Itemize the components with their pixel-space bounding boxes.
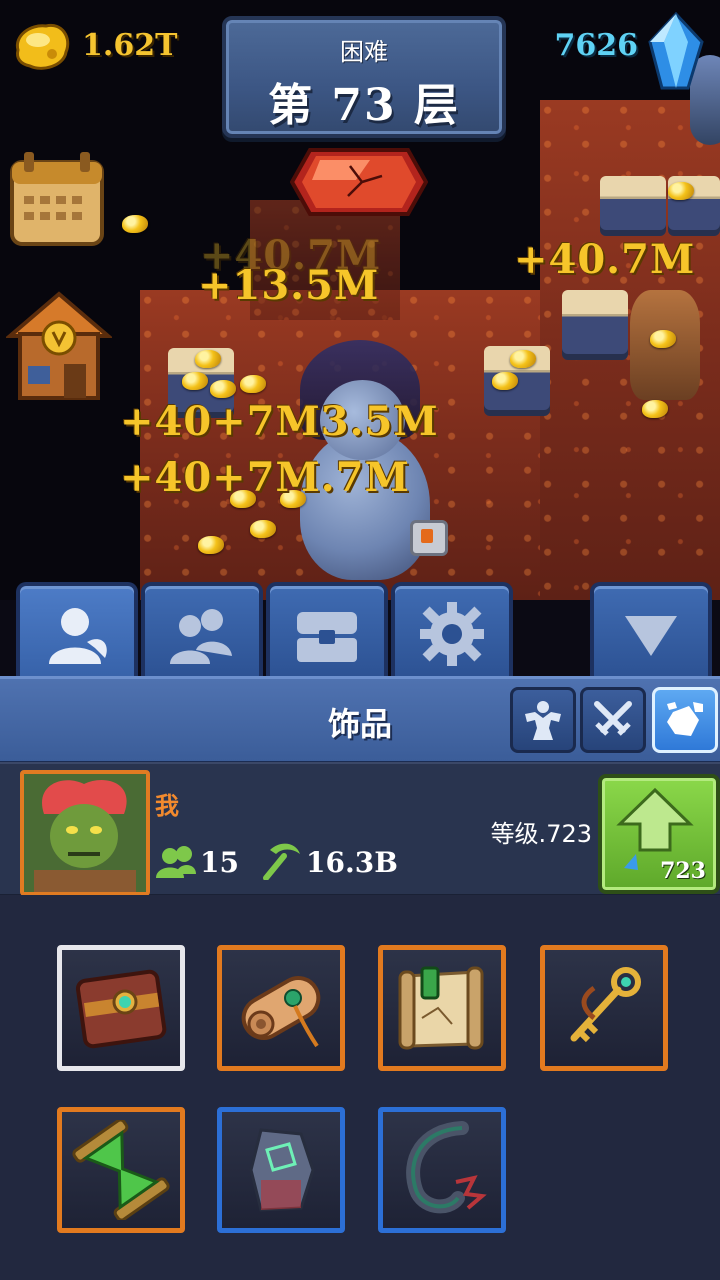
shop-house-button[interactable] [6,286,112,406]
gold-amount: 1.62T [82,28,178,63]
gold-nugget[interactable] [198,536,224,554]
item-slot-key[interactable] [540,945,668,1071]
rune-stone-icon [249,1128,315,1212]
hero-tab[interactable] [16,582,138,682]
gold-nugget[interactable] [668,182,694,200]
ore-block[interactable] [562,290,628,360]
collapse-tab[interactable] [590,582,712,682]
item-slot-book[interactable] [57,945,185,1071]
upgrade-button[interactable]: 723 [598,774,720,894]
gold-nugget[interactable] [122,215,148,233]
ore-block[interactable] [600,176,666,236]
gear-icon [420,602,484,666]
gold-nugget[interactable] [195,350,221,368]
profile-panel: 我 15 16.3B 等级.723 723 [0,762,720,897]
gold-nugget[interactable] [240,375,266,393]
scroll-roll-icon [241,976,321,1048]
damage-text: +40+7M3.5M [120,398,439,445]
team-members-icon [156,846,196,878]
chest-tab[interactable] [266,582,388,682]
floor-panel: 困难 第 73 层 [222,16,506,138]
team-count: 15 [200,846,239,879]
triangle-down-icon [625,616,677,656]
level-label: 等级.723 [490,820,592,848]
troll-portrait-icon [24,774,146,892]
gems-icon [667,702,703,736]
filter-strength-button[interactable] [510,687,576,753]
golden-key-icon [570,967,641,1043]
player-name: 我 [155,792,179,820]
gold-nugget[interactable] [250,520,276,538]
blue-gem-icon [648,12,704,90]
item-slot-map[interactable] [378,945,506,1071]
difficulty-label: 困难 [340,38,388,66]
damage-text: +40+7M.7M [120,454,410,501]
team-tab[interactable] [141,582,263,682]
item-slot-scroll[interactable] [217,945,345,1071]
red-crystal-icon[interactable] [290,146,428,218]
gem-amount: 7626 [554,28,639,63]
pickaxe-icon [263,843,300,880]
gold-nugget[interactable] [182,372,208,390]
hero-bracelet [410,520,448,556]
gold-nugget[interactable] [510,350,536,368]
gold-nugget[interactable] [642,400,668,418]
daily-calendar-button[interactable] [6,150,108,250]
settings-tab[interactable] [391,582,513,682]
filter-weapons-button[interactable] [580,687,646,753]
hourglass-icon [72,1120,170,1220]
dps-value: 16.3B [306,846,398,879]
horn-icon [406,1121,487,1214]
team-icon [170,609,232,664]
gold-nugget[interactable] [650,330,676,348]
floor-label: 第 73 层 [268,80,460,131]
book-icon [75,969,167,1049]
gold-nugget-icon [15,23,70,70]
item-slot-rune[interactable] [217,1107,345,1233]
damage-text: +13.5M [198,262,380,309]
gold-nugget[interactable] [492,372,518,390]
map-scroll-icon [398,966,484,1050]
filter-accessories-button[interactable] [652,687,718,753]
item-slot-horn[interactable] [378,1107,506,1233]
chest-icon [297,612,357,662]
hero-icon [49,608,107,664]
item-slot-hourglass[interactable] [57,1107,185,1233]
accessory-grid [0,895,720,1280]
upgrade-cost: 723 [660,858,706,884]
avatar[interactable] [20,770,150,896]
gold-nugget[interactable] [210,380,236,398]
crossed-swords-icon [594,701,632,736]
strength-icon [525,701,561,740]
damage-text: +40.7M [514,236,696,283]
